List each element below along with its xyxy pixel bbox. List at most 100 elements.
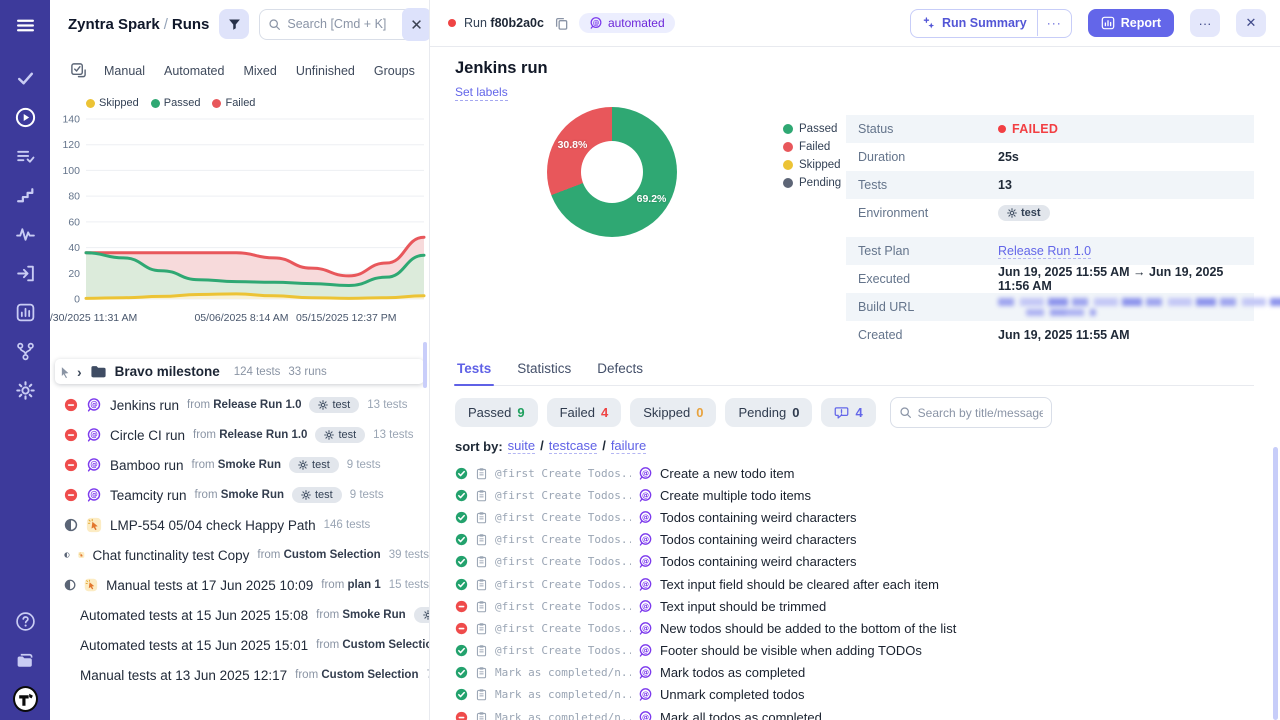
- chevron-right-icon[interactable]: ›: [77, 365, 82, 379]
- tests-check-icon[interactable]: [14, 67, 36, 89]
- runs-play-icon[interactable]: [14, 106, 36, 128]
- svg-text:4/30/2025 11:31 AM: 4/30/2025 11:31 AM: [50, 312, 137, 324]
- test-row[interactable]: @first Create Todos...@Text input should…: [455, 595, 1254, 617]
- run-row[interactable]: @Automated tests at 15 Jun 2025 15:08fro…: [62, 600, 429, 630]
- sort-by-testcase[interactable]: testcase: [549, 438, 597, 454]
- test-title: Create multiple todo items: [660, 488, 811, 503]
- svg-text:@: @: [642, 623, 649, 632]
- tests-search-input[interactable]: [918, 406, 1043, 420]
- panel-close-button[interactable]: ✕: [402, 8, 430, 41]
- import-icon[interactable]: [14, 262, 36, 284]
- set-labels-link[interactable]: Set labels: [455, 85, 508, 101]
- run-row[interactable]: @Bamboo runfrom Smoke Runtest9 tests: [62, 450, 429, 480]
- comments-filter-chip[interactable]: 4: [821, 398, 875, 427]
- runs-search[interactable]: [259, 9, 415, 40]
- test-plans-icon[interactable]: [14, 145, 36, 167]
- tab-defects[interactable]: Defects: [597, 361, 643, 385]
- svg-text:140: 140: [62, 114, 80, 126]
- run-summary-more-button[interactable]: ···: [1037, 10, 1071, 36]
- run-row[interactable]: LMP-554 05/04 check Happy Path146 tests: [62, 510, 429, 540]
- sparkle-icon: [921, 16, 936, 31]
- filter-button[interactable]: [219, 9, 249, 39]
- tests-search[interactable]: [890, 397, 1052, 428]
- report-button[interactable]: Report: [1088, 9, 1174, 37]
- filter-chip-failed[interactable]: Failed 4: [547, 398, 622, 427]
- run-row[interactable]: Manual tests at 13 Jun 2025 12:17from Cu…: [62, 660, 429, 690]
- more-options-button[interactable]: ···: [1190, 9, 1220, 37]
- test-row[interactable]: @first Create Todos...@Create a new todo…: [455, 462, 1254, 484]
- donut-slice-label: 30.8%: [558, 139, 588, 151]
- sort-by-suite[interactable]: suite: [508, 438, 535, 454]
- runs-tab-unfinished[interactable]: Unfinished: [296, 64, 355, 78]
- test-row[interactable]: Mark as completed/n...@Unmark completed …: [455, 684, 1254, 706]
- donut-legend-item-failed: Failed: [783, 141, 841, 153]
- gear-icon: [423, 610, 429, 620]
- steps-icon[interactable]: [14, 184, 36, 206]
- in-progress-status-icon: [64, 518, 78, 532]
- run-row[interactable]: @Automated tests at 15 Jun 2025 15:01fro…: [62, 630, 429, 660]
- svg-text:20: 20: [68, 268, 80, 280]
- integrations-branch-icon[interactable]: [14, 340, 36, 362]
- filter-chip-skipped[interactable]: Skipped 0: [630, 398, 716, 427]
- runs-tab-automated[interactable]: Automated: [164, 64, 224, 78]
- donut-slice-label: 69.2%: [637, 193, 667, 205]
- test-row[interactable]: @first Create Todos...@Footer should be …: [455, 640, 1254, 662]
- breadcrumb-project[interactable]: Zyntra Spark: [68, 16, 160, 33]
- svg-text:100: 100: [62, 165, 80, 177]
- detail-row-environment: Environmenttest: [846, 199, 1254, 227]
- run-row-from: from Smoke Run: [195, 489, 284, 501]
- runs-tab-mixed[interactable]: Mixed: [243, 64, 276, 78]
- test-row[interactable]: @first Create Todos...@Text input field …: [455, 573, 1254, 595]
- sort-by-failure[interactable]: failure: [611, 438, 646, 454]
- test-row[interactable]: @first Create Todos...@New todos should …: [455, 617, 1254, 639]
- milestone-row[interactable]: › Bravo milestone 124 tests 33 runs: [55, 359, 424, 384]
- app-logo[interactable]: [14, 688, 36, 710]
- copy-run-id-button[interactable]: [552, 14, 571, 33]
- close-run-button[interactable]: ✕: [1236, 9, 1266, 37]
- filter-chip-pending[interactable]: Pending 0: [725, 398, 812, 427]
- environment-badge: test: [414, 607, 429, 623]
- svg-text:@: @: [642, 601, 649, 610]
- run-summary-button[interactable]: Run Summary: [911, 10, 1037, 37]
- run-row[interactable]: @Circle CI runfrom Release Run 1.0test13…: [62, 420, 429, 450]
- svg-text:@: @: [642, 557, 649, 566]
- passed-status-icon: [455, 467, 468, 480]
- failed-dot: [998, 125, 1006, 133]
- test-row[interactable]: @first Create Todos...@Create multiple t…: [455, 484, 1254, 506]
- analytics-pulse-icon[interactable]: [14, 223, 36, 245]
- svg-text:@: @: [642, 668, 649, 677]
- settings-gear-icon[interactable]: [14, 379, 36, 401]
- automated-badge[interactable]: @ automated: [579, 13, 675, 33]
- projects-folder-icon[interactable]: [14, 649, 36, 671]
- test-plan-link[interactable]: Release Run 1.0: [998, 244, 1091, 259]
- filter-chip-passed[interactable]: Passed 9: [455, 398, 538, 427]
- runs-list: @Jenkins runfrom Release Run 1.0test13 t…: [50, 388, 429, 690]
- runs-tab-groups[interactable]: Groups: [374, 64, 415, 78]
- test-row[interactable]: @first Create Todos...@Todos containing …: [455, 506, 1254, 528]
- run-row[interactable]: Manual tests at 17 Jun 2025 10:09from pl…: [62, 570, 429, 600]
- reports-chart-icon[interactable]: [14, 301, 36, 323]
- tab-tests[interactable]: Tests: [457, 361, 491, 385]
- runs-tab-manual[interactable]: Manual: [104, 64, 145, 78]
- run-row[interactable]: Chat functinality test Copyfrom Custom S…: [62, 540, 429, 570]
- filter-chips: Passed 9 Failed 4 Skipped 0 Pending 0 4: [455, 398, 876, 427]
- left-scrollbar-thumb[interactable]: [423, 342, 427, 388]
- tab-statistics[interactable]: Statistics: [517, 361, 571, 385]
- menu-icon[interactable]: [14, 14, 36, 36]
- detail-row-created: CreatedJun 19, 2025 11:55 AM: [846, 321, 1254, 349]
- test-row[interactable]: Mark as completed/n...@Mark todos as com…: [455, 662, 1254, 684]
- run-row-title: Jenkins run: [110, 398, 179, 413]
- environment-badge: test: [289, 457, 339, 473]
- right-scrollbar-thumb[interactable]: [1273, 447, 1278, 720]
- run-row[interactable]: @Teamcity runfrom Smoke Runtest9 tests: [62, 480, 429, 510]
- testcase-icon: [475, 600, 488, 613]
- help-icon[interactable]: [14, 610, 36, 632]
- test-row[interactable]: @first Create Todos...@Todos containing …: [455, 529, 1254, 551]
- runs-search-input[interactable]: [287, 17, 406, 31]
- run-row[interactable]: @Jenkins runfrom Release Run 1.0test13 t…: [62, 390, 429, 420]
- test-row[interactable]: @first Create Todos...@Todos containing …: [455, 551, 1254, 573]
- automated-icon: @: [86, 457, 102, 473]
- test-row[interactable]: Mark as completed/n...@Mark all todos as…: [455, 706, 1254, 720]
- run-row-from: from Release Run 1.0: [187, 399, 301, 411]
- select-all-icon[interactable]: [70, 62, 87, 79]
